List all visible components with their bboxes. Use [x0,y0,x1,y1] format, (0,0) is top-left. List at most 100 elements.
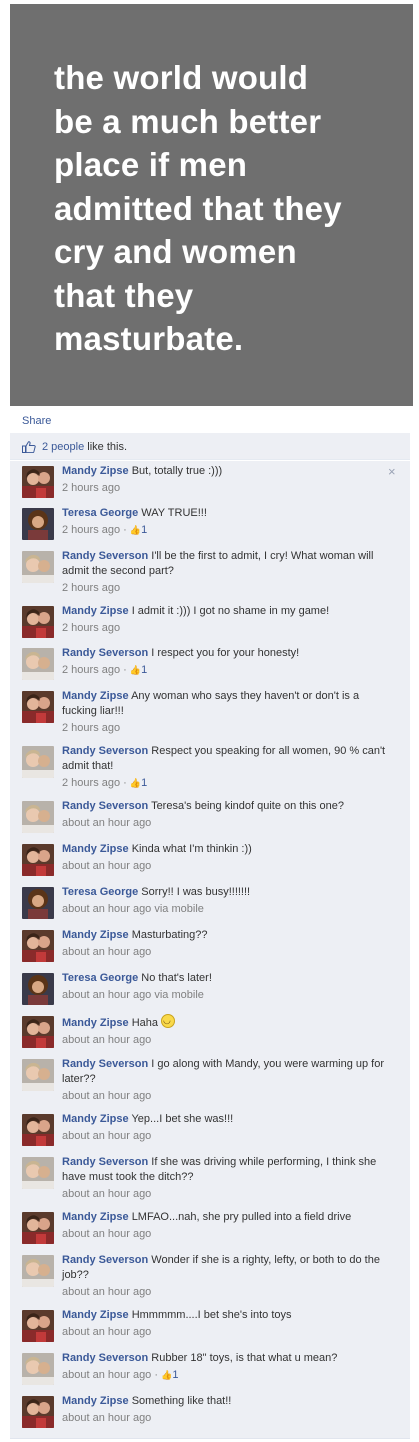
comment-timestamp[interactable]: 2 hours ago [62,722,120,734]
remove-comment-icon[interactable]: × [388,464,396,479]
comment-timestamp[interactable]: about an hour ago via mobile [62,989,204,1001]
comment-timestamp[interactable]: about an hour ago [62,1326,151,1338]
comment-timestamp[interactable]: about an hour ago [62,1286,151,1298]
comment-body: Mandy Zipse Masturbating?? about an hour … [62,928,392,960]
comment-timestamp[interactable]: about an hour ago [62,1412,151,1424]
comment-timestamp[interactable]: about an hour ago [62,1369,151,1381]
comment-body: Mandy Zipse Haha about an hour ago [62,1013,392,1048]
photo-quote-line: be a much better [54,102,322,140]
comment-timestamp[interactable]: about an hour ago via mobile [62,903,204,915]
comment-body: Randy Severson Wonder if she is a righty… [62,1253,392,1300]
avatar[interactable] [22,1310,54,1342]
comment-timestamp[interactable]: 2 hours ago [62,622,120,634]
comment-like-count[interactable]: 👍1 [130,524,147,536]
commenter-name[interactable]: Mandy Zipse [62,465,129,477]
comment-meta: 2 hours ago [62,720,392,736]
comment-timestamp[interactable]: about an hour ago [62,1090,151,1102]
comment-timestamp[interactable]: about an hour ago [62,1130,151,1142]
likers-link[interactable]: 2 people [42,441,84,453]
comment-timestamp[interactable]: about an hour ago [62,1188,151,1200]
comment-like-count[interactable]: 👍1 [130,777,147,789]
avatar[interactable] [22,1212,54,1244]
avatar[interactable] [22,648,54,680]
avatar[interactable] [22,1255,54,1287]
photo-quote-line: the world would [54,59,309,96]
share-link[interactable]: Share [22,415,51,427]
commenter-name[interactable]: Mandy Zipse [62,1395,129,1407]
commenter-name[interactable]: Teresa George [62,886,138,898]
commenter-name[interactable]: Randy Severson [62,647,148,659]
avatar[interactable] [22,691,54,723]
comment-like-count[interactable]: 👍1 [130,664,147,676]
commenter-name[interactable]: Mandy Zipse [62,929,129,941]
comment-timestamp[interactable]: about an hour ago [62,860,151,872]
commenter-name[interactable]: Mandy Zipse [62,690,129,702]
shared-photo[interactable]: the world would be a much better place if … [10,4,413,406]
comment-body: Teresa George No that's later! about an h… [62,971,392,1003]
comment-body: Teresa George WAY TRUE!!! 2 hours ago · 👍… [62,506,392,538]
commenter-name[interactable]: Mandy Zipse [62,605,129,617]
avatar[interactable] [22,973,54,1005]
meta-separator: · [120,524,130,536]
avatar[interactable] [22,1059,54,1091]
comment-meta: about an hour ago via mobile [62,987,392,1003]
comment-timestamp[interactable]: about an hour ago [62,1228,151,1240]
avatar[interactable] [22,930,54,962]
comment-text: Rubber 18" toys, is that what u mean? [151,1352,338,1364]
avatar[interactable] [22,887,54,919]
avatar[interactable] [22,801,54,833]
comment-text: LMFAO...nah, she pry pulled into a field… [131,1211,352,1223]
comment-text: Sorry!! I was busy!!!!!!! [141,886,251,898]
comment-timestamp[interactable]: 2 hours ago [62,582,120,594]
like-count: 1 [141,524,148,536]
commenter-name[interactable]: Teresa George [62,972,138,984]
avatar[interactable] [22,746,54,778]
comment-meta: 2 hours ago · 👍1 [62,522,392,538]
comment-meta: about an hour ago [62,1410,392,1426]
comment-timestamp[interactable]: 2 hours ago [62,777,120,789]
comment-timestamp[interactable]: about an hour ago [62,817,151,829]
commenter-name[interactable]: Mandy Zipse [62,843,129,855]
comment-like-count[interactable]: 👍1 [161,1369,178,1381]
commenter-name[interactable]: Randy Severson [62,1156,148,1168]
avatar[interactable] [22,1157,54,1189]
comment-timestamp[interactable]: 2 hours ago [62,664,120,676]
commenter-name[interactable]: Randy Severson [62,745,148,757]
commenter-name[interactable]: Mandy Zipse [62,1113,129,1125]
comment-meta: about an hour ago · 👍1 [62,1367,392,1383]
commenter-name[interactable]: Randy Severson [62,1058,148,1070]
avatar[interactable] [22,844,54,876]
commenter-name[interactable]: Randy Severson [62,800,148,812]
comment-meta: about an hour ago [62,1128,392,1144]
avatar[interactable] [22,606,54,638]
comment-timestamp[interactable]: about an hour ago [62,1034,151,1046]
avatar[interactable] [22,466,54,498]
commenter-name[interactable]: Teresa George [62,507,138,519]
comment-body: Randy Severson Rubber 18" toys, is that … [62,1351,392,1383]
avatar[interactable] [22,1396,54,1428]
commenter-name[interactable]: Randy Severson [62,1254,148,1266]
comment-row: Mandy Zipse Hmmmmm....I bet she's into t… [10,1305,410,1349]
comment-timestamp[interactable]: 2 hours ago [62,524,120,536]
avatar[interactable] [22,1114,54,1146]
commenter-name[interactable]: Mandy Zipse [62,1309,129,1321]
commenter-name[interactable]: Randy Severson [62,1352,148,1364]
avatar[interactable] [22,508,54,540]
commenter-name[interactable]: Randy Severson [62,550,148,562]
commenter-name[interactable]: Mandy Zipse [62,1017,129,1029]
comment-row: Teresa George No that's later! about an h… [10,968,410,1012]
comment-timestamp[interactable]: about an hour ago [62,946,151,958]
avatar[interactable] [22,1016,54,1048]
comment-body: Mandy Zipse I admit it :))) I got no sha… [62,604,392,636]
commenter-name[interactable]: Mandy Zipse [62,1211,129,1223]
thumbs-up-icon: 👍 [129,525,142,535]
avatar[interactable] [22,1353,54,1385]
comment-text: But, totally true :))) [131,465,223,477]
comment-timestamp[interactable]: 2 hours ago [62,482,120,494]
comment-meta: about an hour ago via mobile [62,901,392,917]
comment-text: Something like that!! [131,1395,232,1407]
photo-quote-line: place if men [54,146,248,183]
comment-body: Randy Severson I'll be the first to admi… [62,549,392,596]
comment-text: No that's later! [141,972,212,984]
avatar[interactable] [22,551,54,583]
